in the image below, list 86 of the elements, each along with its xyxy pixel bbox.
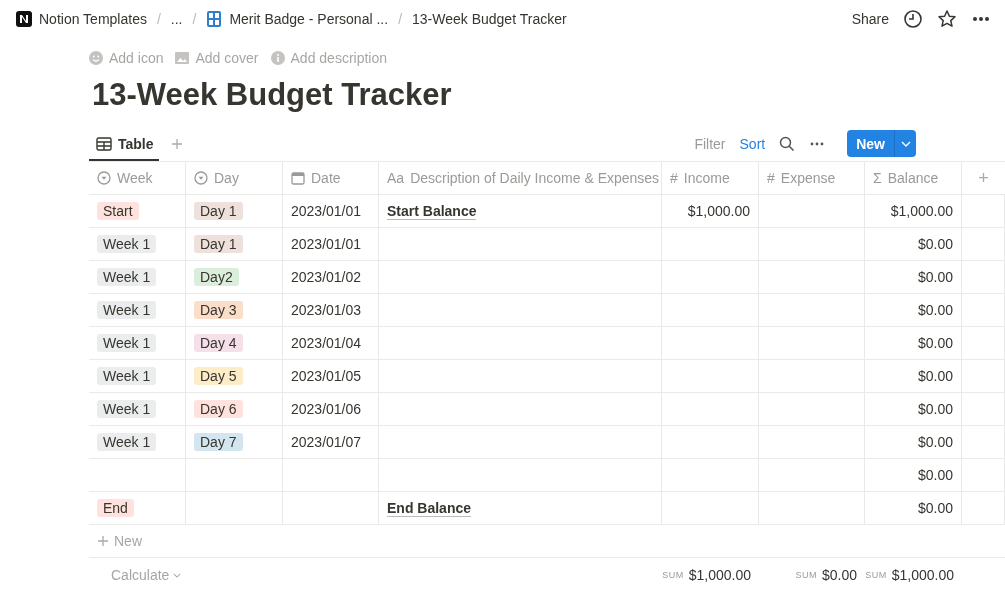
dropdown-circle-icon (97, 171, 111, 185)
column-header[interactable]: # Expense (759, 162, 865, 194)
table-cell: $0.00 (917, 368, 953, 384)
table-cell: $0.00 (917, 335, 953, 351)
select-tag: Week 1 (97, 235, 157, 253)
column-header[interactable]: Day (186, 162, 283, 194)
table-cell: $0.00 (917, 302, 953, 318)
column-header[interactable]: Date (283, 162, 379, 194)
page-title: 13-Week Budget Tracker (92, 76, 453, 114)
table-cell: 2023/01/04 (291, 335, 362, 351)
select-tag: Day 3 (194, 301, 243, 319)
table-cell: $0.00 (917, 236, 953, 252)
star-icon[interactable] (937, 9, 957, 29)
sum-value: $1,000.00 (891, 567, 954, 583)
select-tag: Day 5 (194, 367, 243, 385)
sum-label: SUM (865, 570, 887, 580)
select-tag: Week 1 (97, 367, 157, 385)
smiley-icon (89, 51, 103, 65)
new-button[interactable]: New (847, 130, 894, 157)
select-tag: Day2 (194, 268, 239, 286)
table-cell: $1,000.00 (890, 203, 953, 219)
sum-value: $0.00 (821, 567, 857, 583)
table-cell: $1,000.00 (687, 203, 750, 219)
table-cell: $0.00 (917, 401, 953, 417)
breadcrumb-item[interactable]: 13-Week Budget Tracker (410, 9, 569, 29)
filter-button[interactable]: Filter (694, 135, 726, 152)
column-header[interactable]: Aa Description of Daily Income & Expenses (379, 162, 662, 194)
column-header[interactable]: # Income (662, 162, 759, 194)
caret-icon (900, 140, 911, 147)
table-cell: 2023/01/06 (291, 401, 362, 417)
table-cell: 2023/01/01 (291, 236, 362, 252)
breadcrumb-item[interactable]: Notion Templates (14, 9, 149, 29)
plus-icon (97, 535, 109, 547)
dropdown-circle-icon (194, 171, 208, 185)
table-cell: 2023/01/05 (291, 368, 362, 384)
sum-value: $1,000.00 (688, 567, 751, 583)
add-column-button[interactable]: + (962, 162, 1005, 194)
share-button[interactable]: Share (851, 11, 889, 27)
breadcrumb-separator: / (156, 11, 161, 27)
select-tag: Day 6 (194, 400, 243, 418)
search-icon[interactable] (779, 135, 796, 152)
info-icon (270, 51, 285, 65)
table-cell[interactable]: Start Balance (387, 202, 477, 220)
breadcrumb-separator: / (398, 11, 402, 27)
breadcrumb-item[interactable]: Merit Badge - Personal ... (204, 9, 391, 29)
logo-icon (16, 11, 32, 27)
table-cell: 2023/01/02 (291, 269, 362, 285)
table-cell: 2023/01/03 (291, 302, 362, 318)
select-tag: End (97, 499, 134, 517)
select-tag: Day 7 (194, 433, 243, 451)
image-icon (175, 51, 190, 65)
table-cell: $0.00 (917, 434, 953, 450)
new-row-button[interactable]: New (97, 533, 142, 549)
breadcrumb-item[interactable]: ... (168, 9, 185, 29)
table-icon (96, 136, 112, 151)
select-tag: Week 1 (97, 334, 157, 352)
caret-icon (173, 572, 182, 578)
select-tag: Week 1 (97, 301, 157, 319)
clock-icon[interactable] (903, 9, 923, 29)
table-cell: 2023/01/01 (291, 203, 362, 219)
column-header[interactable]: Week (89, 162, 186, 194)
numbers-icon (206, 11, 223, 27)
column-header[interactable]: Σ Balance (865, 162, 962, 194)
select-tag: Day 1 (194, 202, 243, 220)
calendar-icon (291, 171, 305, 185)
new-dropdown-button[interactable] (894, 130, 916, 157)
sort-button[interactable]: Sort (739, 135, 766, 152)
select-tag: Week 1 (97, 400, 157, 418)
page-action[interactable]: Add cover (175, 50, 259, 66)
table-cell: $0.00 (917, 269, 953, 285)
page-action[interactable]: Add icon (89, 50, 164, 66)
table-cell: $0.00 (917, 467, 953, 483)
page-action[interactable]: Add description (270, 50, 388, 66)
select-tag: Week 1 (97, 268, 157, 286)
sum-label: SUM (662, 570, 684, 580)
select-tag: Day 1 (194, 235, 243, 253)
select-tag: Start (97, 202, 139, 220)
select-tag: Week 1 (97, 433, 157, 451)
calculate-button[interactable]: Calculate (111, 567, 182, 583)
sum-label: SUM (795, 570, 817, 580)
table-cell[interactable]: End Balance (387, 499, 472, 517)
breadcrumb-separator: / (192, 11, 197, 27)
table-cell: 2023/01/07 (291, 434, 362, 450)
select-tag: Day 4 (194, 334, 243, 352)
view-tab[interactable]: Table (89, 126, 159, 161)
table-cell: $0.00 (917, 500, 953, 516)
